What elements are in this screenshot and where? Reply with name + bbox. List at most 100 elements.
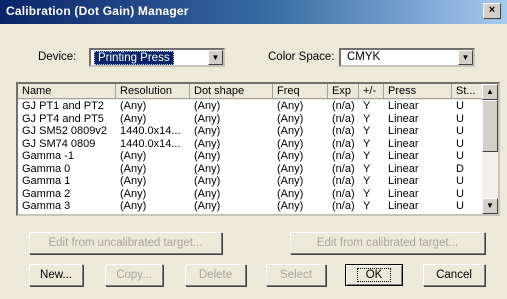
cell-press: Linear — [388, 125, 419, 137]
calibration-list[interactable]: Name Resolution Dot shape Freq Exp +/- P… — [16, 82, 500, 216]
cell-resolution: (Any) — [120, 200, 147, 212]
cell-status: D — [456, 162, 464, 175]
cell-dot-shape: (Any) — [194, 150, 221, 162]
color-space-select[interactable]: CMYK ▼ — [339, 48, 475, 67]
cell-exp: (n/a) — [332, 150, 355, 162]
table-row[interactable]: GJ PT4 and PT5 (Any) (Any) (Any) (n/a) Y Linea… — [18, 113, 484, 126]
cell-dot-shape: (Any) — [194, 200, 221, 212]
delete-button[interactable]: Delete — [185, 264, 246, 286]
cell-name: GJ SM74 0809 — [22, 137, 96, 150]
cell-freq: (Any) — [277, 187, 304, 200]
table-row[interactable]: Gamma 0 (Any) (Any) (Any) (n/a) Y Linear D — [18, 163, 484, 176]
cell-name: Gamma 1 — [22, 175, 71, 187]
cell-dot-shape: (Any) — [194, 112, 221, 125]
cell-plus-minus: Y — [363, 187, 371, 200]
cell-status: U — [456, 187, 464, 200]
cell-press: Linear — [388, 150, 419, 162]
cell-exp: (n/a) — [332, 162, 355, 175]
cell-dot-shape: (Any) — [194, 137, 221, 150]
color-space-label: Color Space: — [268, 51, 335, 63]
cell-dot-shape: (Any) — [194, 125, 221, 137]
cell-exp: (n/a) — [332, 200, 355, 212]
cell-status: U — [456, 137, 464, 150]
cell-plus-minus: Y — [363, 200, 371, 212]
arrow-up-icon[interactable]: ▲ — [482, 84, 498, 100]
cell-freq: (Any) — [277, 100, 304, 112]
arrow-down-icon[interactable]: ▼ — [482, 198, 498, 214]
cell-plus-minus: Y — [363, 175, 371, 187]
cell-resolution: (Any) — [120, 162, 147, 175]
column-header-press[interactable]: Press — [384, 84, 452, 99]
cell-press: Linear — [388, 112, 419, 125]
cell-plus-minus: Y — [363, 150, 371, 162]
cell-plus-minus: Y — [363, 137, 371, 150]
color-space-select-value: CMYK — [347, 51, 381, 63]
cell-resolution: (Any) — [120, 100, 147, 112]
cell-press: Linear — [388, 187, 419, 200]
device-select[interactable]: Printing Press ▼ — [89, 48, 225, 67]
column-header-freq[interactable]: Freq — [273, 84, 328, 99]
cell-freq: (Any) — [277, 175, 304, 187]
chevron-down-icon[interactable]: ▼ — [208, 50, 223, 65]
cell-status: U — [456, 125, 464, 137]
cell-status: U — [456, 100, 464, 112]
copy-button[interactable]: Copy... — [105, 264, 163, 286]
cancel-button[interactable]: Cancel — [423, 264, 485, 286]
table-row[interactable]: Gamma 1 (Any) (Any) (Any) (n/a) Y Linear U — [18, 175, 484, 188]
calibration-dialog: Calibration (Dot Gain) Manager × Device:… — [0, 0, 507, 299]
cell-press: Linear — [388, 100, 419, 112]
column-header-resolution[interactable]: Resolution — [116, 84, 190, 99]
cell-dot-shape: (Any) — [194, 162, 221, 175]
cell-dot-shape: (Any) — [194, 187, 221, 200]
table-row[interactable]: Gamma 2 (Any) (Any) (Any) (n/a) Y Linear U — [18, 188, 484, 201]
cell-plus-minus: Y — [363, 125, 371, 137]
column-header-dot-shape[interactable]: Dot shape — [190, 84, 273, 99]
column-header-status[interactable]: St... — [452, 84, 484, 99]
ok-button[interactable]: OK — [345, 264, 403, 286]
edit-from-calibrated-button[interactable]: Edit from calibrated target... — [290, 232, 485, 254]
cell-freq: (Any) — [277, 200, 304, 212]
cell-resolution: (Any) — [120, 175, 147, 187]
cell-press: Linear — [388, 200, 419, 212]
edit-from-uncalibrated-button[interactable]: Edit from uncalibrated target... — [29, 232, 222, 254]
window-title: Calibration (Dot Gain) Manager — [6, 4, 189, 18]
column-header-exp[interactable]: Exp — [328, 84, 359, 99]
title-bar[interactable]: Calibration (Dot Gain) Manager × — [0, 0, 507, 24]
list-header: Name Resolution Dot shape Freq Exp +/- P… — [18, 84, 484, 100]
cell-freq: (Any) — [277, 125, 304, 137]
column-header-plus-minus[interactable]: +/- — [359, 84, 384, 99]
cell-status: U — [456, 200, 464, 212]
table-row[interactable]: GJ PT1 and PT2 (Any) (Any) (Any) (n/a) Y Linea… — [18, 100, 484, 113]
table-row[interactable]: Gamma 3 (Any) (Any) (Any) (n/a) Y Linear U — [18, 200, 484, 213]
ok-button-label: OK — [356, 268, 392, 282]
cell-resolution: 1440.0x14... — [120, 137, 181, 150]
table-row[interactable]: Gamma -1 (Any) (Any) (Any) (n/a) Y Linear U — [18, 150, 484, 163]
cell-exp: (n/a) — [332, 137, 355, 150]
cell-name: Gamma 3 — [22, 200, 71, 212]
cell-press: Linear — [388, 175, 419, 187]
new-button[interactable]: New... — [29, 264, 83, 286]
table-row[interactable]: GJ SM74 0809 1440.0x14... (Any) (Any) (n/a) Y… — [18, 138, 484, 151]
chevron-down-icon[interactable]: ▼ — [458, 50, 473, 65]
cell-plus-minus: Y — [363, 100, 371, 112]
scrollbar-thumb[interactable] — [482, 100, 498, 152]
cell-name: GJ SM52 0809v2 — [22, 125, 107, 137]
device-label: Device: — [38, 51, 77, 63]
cell-status: U — [456, 150, 464, 162]
vertical-scrollbar[interactable]: ▲ ▼ — [482, 84, 498, 214]
cell-freq: (Any) — [277, 112, 304, 125]
cell-dot-shape: (Any) — [194, 100, 221, 112]
cell-name: Gamma -1 — [22, 150, 74, 162]
cell-resolution: 1440.0x14... — [120, 125, 181, 137]
select-button[interactable]: Select — [266, 264, 326, 286]
cell-status: U — [456, 175, 464, 187]
cell-exp: (n/a) — [332, 175, 355, 187]
close-button[interactable]: × — [483, 3, 501, 19]
cell-press: Linear — [388, 162, 419, 175]
list-rows: GJ PT1 and PT2 (Any) (Any) (Any) (n/a) Y Linea… — [18, 100, 484, 213]
cell-name: GJ PT4 and PT5 — [22, 112, 104, 125]
cell-name: Gamma 0 — [22, 162, 71, 175]
column-header-name[interactable]: Name — [18, 84, 116, 99]
cell-name: GJ PT1 and PT2 — [22, 100, 104, 112]
table-row[interactable]: GJ SM52 0809v2 1440.0x14... (Any) (Any) (n/a… — [18, 125, 484, 138]
